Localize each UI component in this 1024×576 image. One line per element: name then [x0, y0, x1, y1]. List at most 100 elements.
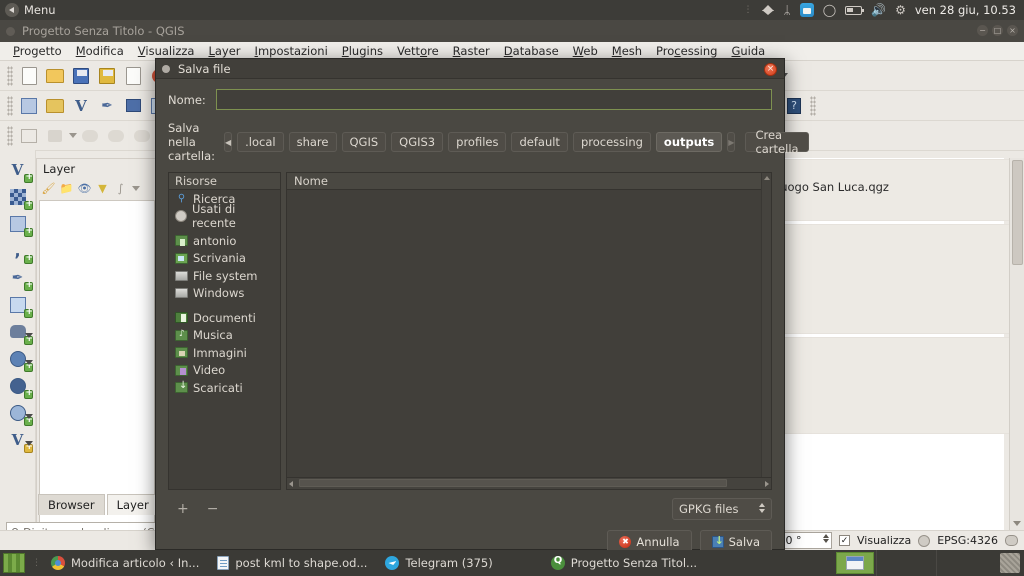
remove-bookmark-button[interactable]: −	[198, 501, 228, 517]
file-list-vertical-scrollbar[interactable]	[761, 173, 771, 477]
path-prev-button[interactable]: ◀	[224, 132, 233, 152]
place-item-scrivania[interactable]: Scrivania	[169, 250, 280, 268]
scroll-left-arrow-icon[interactable]	[289, 481, 293, 487]
vertex-tool-icon[interactable]	[104, 124, 128, 148]
taskbar-slot-1[interactable]	[876, 550, 936, 576]
toolbar-grip-6[interactable]	[810, 95, 816, 116]
add-group-icon[interactable]: 📁	[59, 181, 74, 196]
save-project-icon[interactable]	[69, 64, 93, 88]
scrollbar-thumb[interactable]	[1012, 160, 1023, 265]
add-wfs-layer-icon[interactable]	[3, 399, 33, 426]
minimize-button[interactable]: −	[977, 25, 988, 36]
crs-globe-icon[interactable]	[918, 534, 931, 547]
digitize-dropdown-icon[interactable]	[69, 133, 77, 138]
reshape-icon[interactable]	[130, 124, 154, 148]
scroll-up-arrow-icon[interactable]	[764, 176, 770, 180]
place-item-usati-di-recente[interactable]: Usati di recente	[169, 202, 280, 230]
help-icon[interactable]: ?	[782, 94, 806, 118]
system-settings-gear-icon[interactable]: ⚙	[895, 4, 906, 16]
save-project-as-icon[interactable]	[95, 64, 119, 88]
recent-project-card-1[interactable]	[774, 225, 1016, 333]
add-wms-layer-icon[interactable]	[3, 345, 33, 372]
tab-layer[interactable]: Layer	[106, 494, 159, 515]
breadcrumb-qgis[interactable]: QGIS	[341, 132, 387, 152]
add-delimited-text-layer-icon[interactable]: ,	[3, 237, 33, 264]
app-indicator-icon[interactable]	[799, 3, 814, 17]
close-button[interactable]: ×	[1007, 25, 1018, 36]
file-list-horizontal-scrollbar[interactable]	[286, 478, 772, 490]
tab-browser[interactable]: Browser	[38, 494, 105, 515]
file-type-select[interactable]: GPKG files	[672, 498, 772, 520]
expression-filter-icon[interactable]: ∫	[113, 181, 128, 196]
crs-label[interactable]: EPSG:4326	[937, 534, 998, 547]
open-project-icon[interactable]	[43, 64, 67, 88]
add-mesh-layer-icon[interactable]	[3, 210, 33, 237]
file-list-body[interactable]	[287, 190, 771, 477]
add-wcs-layer-icon[interactable]	[3, 372, 33, 399]
manage-visibility-icon[interactable]: 👁	[77, 181, 92, 196]
taskbar-item-document[interactable]: post kml to shape.od...	[211, 550, 379, 576]
add-vector-layer-icon[interactable]: V	[3, 156, 33, 183]
new-project-icon[interactable]	[17, 64, 41, 88]
new-spatialite-layer-icon[interactable]: ✒	[95, 94, 119, 118]
dialog-close-button[interactable]: ×	[764, 63, 777, 76]
breadcrumb-qgis3[interactable]: QGIS3	[391, 132, 444, 152]
place-item-video[interactable]: Video	[169, 362, 280, 380]
toolbar-grip-3[interactable]	[7, 95, 13, 116]
add-vectortile-layer-icon[interactable]: V	[3, 426, 33, 453]
open-data-source-icon[interactable]	[43, 94, 67, 118]
project-properties-icon[interactable]	[121, 64, 145, 88]
taskbar-item-telegram[interactable]: Telegram (375)	[379, 550, 504, 576]
filter-legend-icon[interactable]: ▼	[95, 181, 110, 196]
scroll-down-arrow-icon[interactable]	[1013, 521, 1021, 526]
place-item-file-system[interactable]: File system	[169, 267, 280, 285]
breadcrumb-outputs[interactable]: outputs	[655, 132, 723, 152]
file-name-input[interactable]	[215, 89, 772, 110]
render-checkbox[interactable]: ✓	[839, 535, 851, 546]
layers-list[interactable]	[39, 200, 155, 527]
breadcrumb-profiles[interactable]: profiles	[448, 132, 507, 152]
breadcrumb-local[interactable]: .local	[237, 132, 284, 152]
new-shapefile-layer-icon[interactable]: V	[69, 94, 93, 118]
open-layer-styling-icon[interactable]: 🖌	[41, 181, 56, 196]
hscroll-thumb[interactable]	[299, 479, 727, 487]
battery-icon[interactable]	[845, 5, 865, 15]
path-next-button[interactable]: ▶	[727, 132, 736, 152]
add-postgis-layer-icon[interactable]	[3, 291, 33, 318]
welcome-page-scrollbar[interactable]	[1009, 158, 1024, 530]
digitize-icon[interactable]	[43, 124, 67, 148]
place-item-antonio[interactable]: antonio	[169, 232, 280, 250]
place-item-musica[interactable]: Musica	[169, 327, 280, 345]
new-geopackage-layer-icon[interactable]	[121, 94, 145, 118]
place-item-immagini[interactable]: Immagini	[169, 344, 280, 362]
place-item-windows[interactable]: Windows	[169, 285, 280, 303]
scroll-right-arrow-icon[interactable]	[765, 481, 769, 487]
taskbar-item-qgis[interactable]: Progetto Senza Titol...	[545, 550, 709, 576]
message-log-icon[interactable]	[1005, 535, 1018, 546]
expression-filter-dropdown-icon[interactable]	[132, 185, 140, 191]
breadcrumb-share[interactable]: share	[288, 132, 337, 152]
place-item-documenti[interactable]: Documenti	[169, 309, 280, 327]
add-mssql-layer-icon[interactable]	[3, 318, 33, 345]
ubuntu-launcher-icon[interactable]	[3, 553, 25, 573]
toolbar-grip[interactable]	[7, 65, 13, 86]
create-folder-button[interactable]: Crea cartella	[745, 128, 809, 156]
clock-label[interactable]: ven 28 giu, 10.53	[915, 3, 1016, 17]
toolbar-grip-7[interactable]	[7, 125, 13, 146]
recent-project-card-0[interactable]: Luogo San Luca.qgz	[774, 160, 1016, 220]
file-column-header[interactable]: Nome	[287, 173, 771, 190]
menu-modifica[interactable]: Modifica	[69, 42, 131, 60]
snapping-icon[interactable]	[17, 124, 41, 148]
menu-progetto[interactable]: Progetto	[6, 42, 69, 60]
dropbox-icon[interactable]	[761, 4, 775, 16]
add-raster-layer-icon[interactable]	[3, 183, 33, 210]
file-list[interactable]: Nome	[286, 172, 772, 478]
breadcrumb-processing[interactable]: processing	[572, 132, 651, 152]
data-source-manager-icon[interactable]	[17, 94, 41, 118]
add-spatialite-layer-icon[interactable]: ✒	[3, 264, 33, 291]
rotation-stepper[interactable]	[823, 534, 830, 543]
node-tool-icon[interactable]	[78, 124, 102, 148]
bluetooth-icon[interactable]: ᛦ	[784, 4, 791, 16]
taskbar-item-browser[interactable]: Modifica articolo ‹ In...	[45, 550, 211, 576]
place-item-scaricati[interactable]: Scaricati	[169, 379, 280, 397]
